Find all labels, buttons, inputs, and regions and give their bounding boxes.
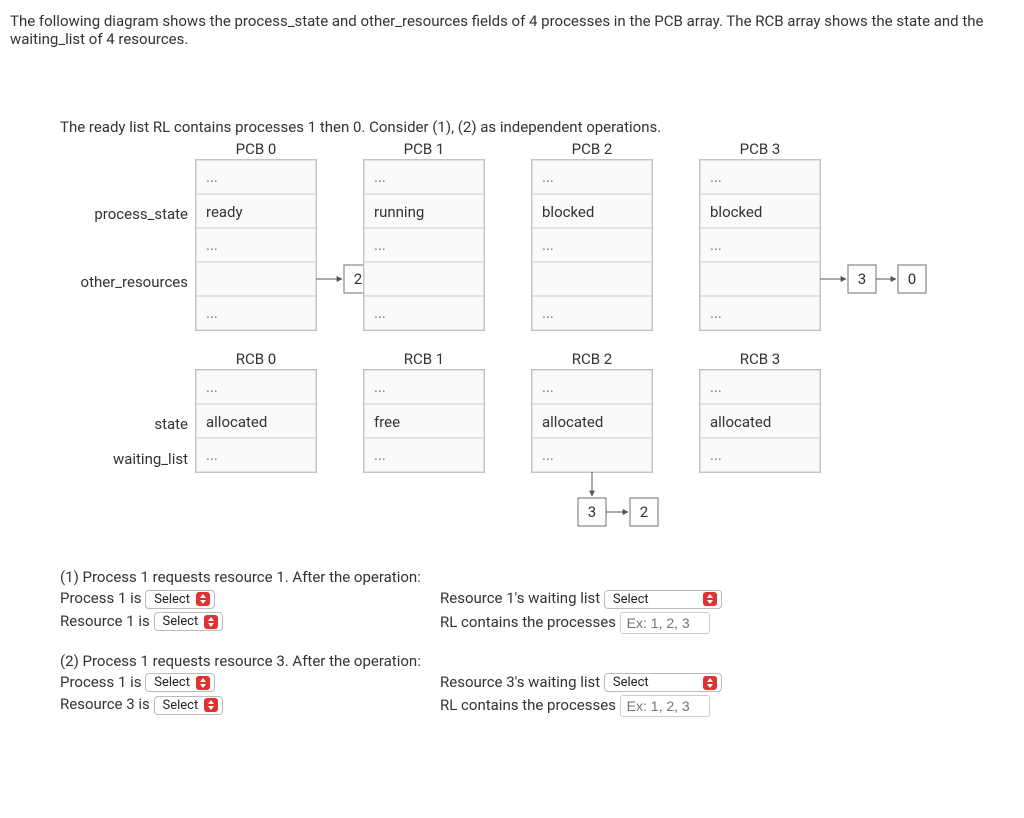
rcb1-state: free <box>374 413 400 431</box>
q2-l1: Process 1 is <box>60 673 142 691</box>
pcb3-header: PCB 3 <box>740 142 781 158</box>
pcb-1: ... running ... ... <box>364 160 484 330</box>
svg-text:...: ... <box>542 446 554 464</box>
svg-text:...: ... <box>710 446 722 464</box>
pcb3-state: blocked <box>710 203 762 221</box>
svg-text:...: ... <box>374 168 386 186</box>
rcb-3: ... allocated ... <box>700 370 820 472</box>
svg-text:...: ... <box>710 168 722 186</box>
svg-text:...: ... <box>206 304 218 322</box>
svg-text:...: ... <box>374 378 386 396</box>
q1-heading: (1) Process 1 requests resource 1. After… <box>60 568 1014 586</box>
rcb2-state: allocated <box>542 413 603 431</box>
q2-process-select[interactable]: Select <box>145 673 215 692</box>
rcb0-state: allocated <box>206 413 267 431</box>
pcb-2: ... blocked ... ... <box>532 160 652 330</box>
pcb1-header: PCB 1 <box>404 142 445 158</box>
stepper-icon <box>196 676 210 690</box>
svg-text:...: ... <box>710 378 722 396</box>
svg-text:...: ... <box>374 236 386 254</box>
rcb2-header: RCB 2 <box>572 350 613 368</box>
rcb2-wait-0: 3 <box>588 503 596 521</box>
rcb0-header: RCB 0 <box>236 350 277 368</box>
svg-text:...: ... <box>206 446 218 464</box>
q1-l1: Process 1 is <box>60 589 142 607</box>
svg-text:...: ... <box>374 446 386 464</box>
subintro-text: The ready list RL contains processes 1 t… <box>60 118 1014 136</box>
rowlabel-waiting-list: waiting_list <box>113 450 188 468</box>
pcb-3: ... blocked ... ... <box>700 160 820 330</box>
svg-text:...: ... <box>206 378 218 396</box>
stepper-icon <box>196 592 210 606</box>
stepper-icon <box>204 615 218 629</box>
stepper-icon <box>204 698 218 712</box>
question-1: (1) Process 1 requests resource 1. After… <box>60 568 1014 634</box>
q1-rl-input[interactable] <box>620 612 710 634</box>
diagram: PCB 0 PCB 1 PCB 2 PCB 3 process_state ot… <box>10 142 1010 562</box>
svg-text:...: ... <box>542 378 554 396</box>
rcb-1: ... free ... <box>364 370 484 472</box>
rcb-0: ... allocated ... <box>196 370 316 472</box>
pcb3-link-1: 0 <box>908 270 916 288</box>
q2-r1: Resource 3's waiting list <box>440 673 600 691</box>
q2-rl-input[interactable] <box>620 695 710 717</box>
stepper-icon <box>703 676 717 690</box>
rowlabel-process-state: process_state <box>94 205 188 223</box>
svg-text:...: ... <box>710 236 722 254</box>
q1-r1: Resource 1's waiting list <box>440 589 600 607</box>
stepper-icon <box>703 592 717 606</box>
q2-r2: RL contains the processes <box>440 696 616 714</box>
svg-text:...: ... <box>374 304 386 322</box>
pcb2-state: blocked <box>542 203 594 221</box>
q1-resource-select[interactable]: Select <box>154 612 224 631</box>
svg-text:...: ... <box>542 236 554 254</box>
pcb1-state: running <box>374 203 424 221</box>
svg-text:...: ... <box>542 304 554 322</box>
pcb0-state: ready <box>206 203 243 221</box>
pcb0-link-0: 2 <box>354 270 362 288</box>
q2-waitlist-select[interactable]: Select <box>604 673 722 692</box>
q2-resource-select[interactable]: Select <box>154 696 224 715</box>
svg-text:...: ... <box>206 168 218 186</box>
q2-heading: (2) Process 1 requests resource 3. After… <box>60 652 1014 670</box>
svg-text:...: ... <box>542 168 554 186</box>
q2-l2: Resource 3 is <box>60 695 150 713</box>
rcb-2: ... allocated ... <box>532 370 652 472</box>
pcb0-header: PCB 0 <box>236 142 277 158</box>
q1-r2: RL contains the processes <box>440 613 616 631</box>
rcb2-wait-1: 2 <box>640 503 648 521</box>
pcb-0: ... ready ... ... <box>196 160 316 330</box>
q1-l2: Resource 1 is <box>60 612 150 630</box>
rcb3-state: allocated <box>710 413 771 431</box>
intro-text: The following diagram shows the process_… <box>10 12 1014 48</box>
pcb2-header: PCB 2 <box>572 142 613 158</box>
pcb3-link-0: 3 <box>858 270 866 288</box>
q1-waitlist-select[interactable]: Select <box>604 590 722 609</box>
rcb1-header: RCB 1 <box>404 350 445 368</box>
q1-process-select[interactable]: Select <box>145 590 215 609</box>
question-2: (2) Process 1 requests resource 3. After… <box>60 652 1014 718</box>
svg-text:...: ... <box>710 304 722 322</box>
rowlabel-state: state <box>154 415 188 433</box>
rcb3-header: RCB 3 <box>740 350 781 368</box>
rowlabel-other-resources: other_resources <box>81 273 188 291</box>
svg-text:...: ... <box>206 236 218 254</box>
